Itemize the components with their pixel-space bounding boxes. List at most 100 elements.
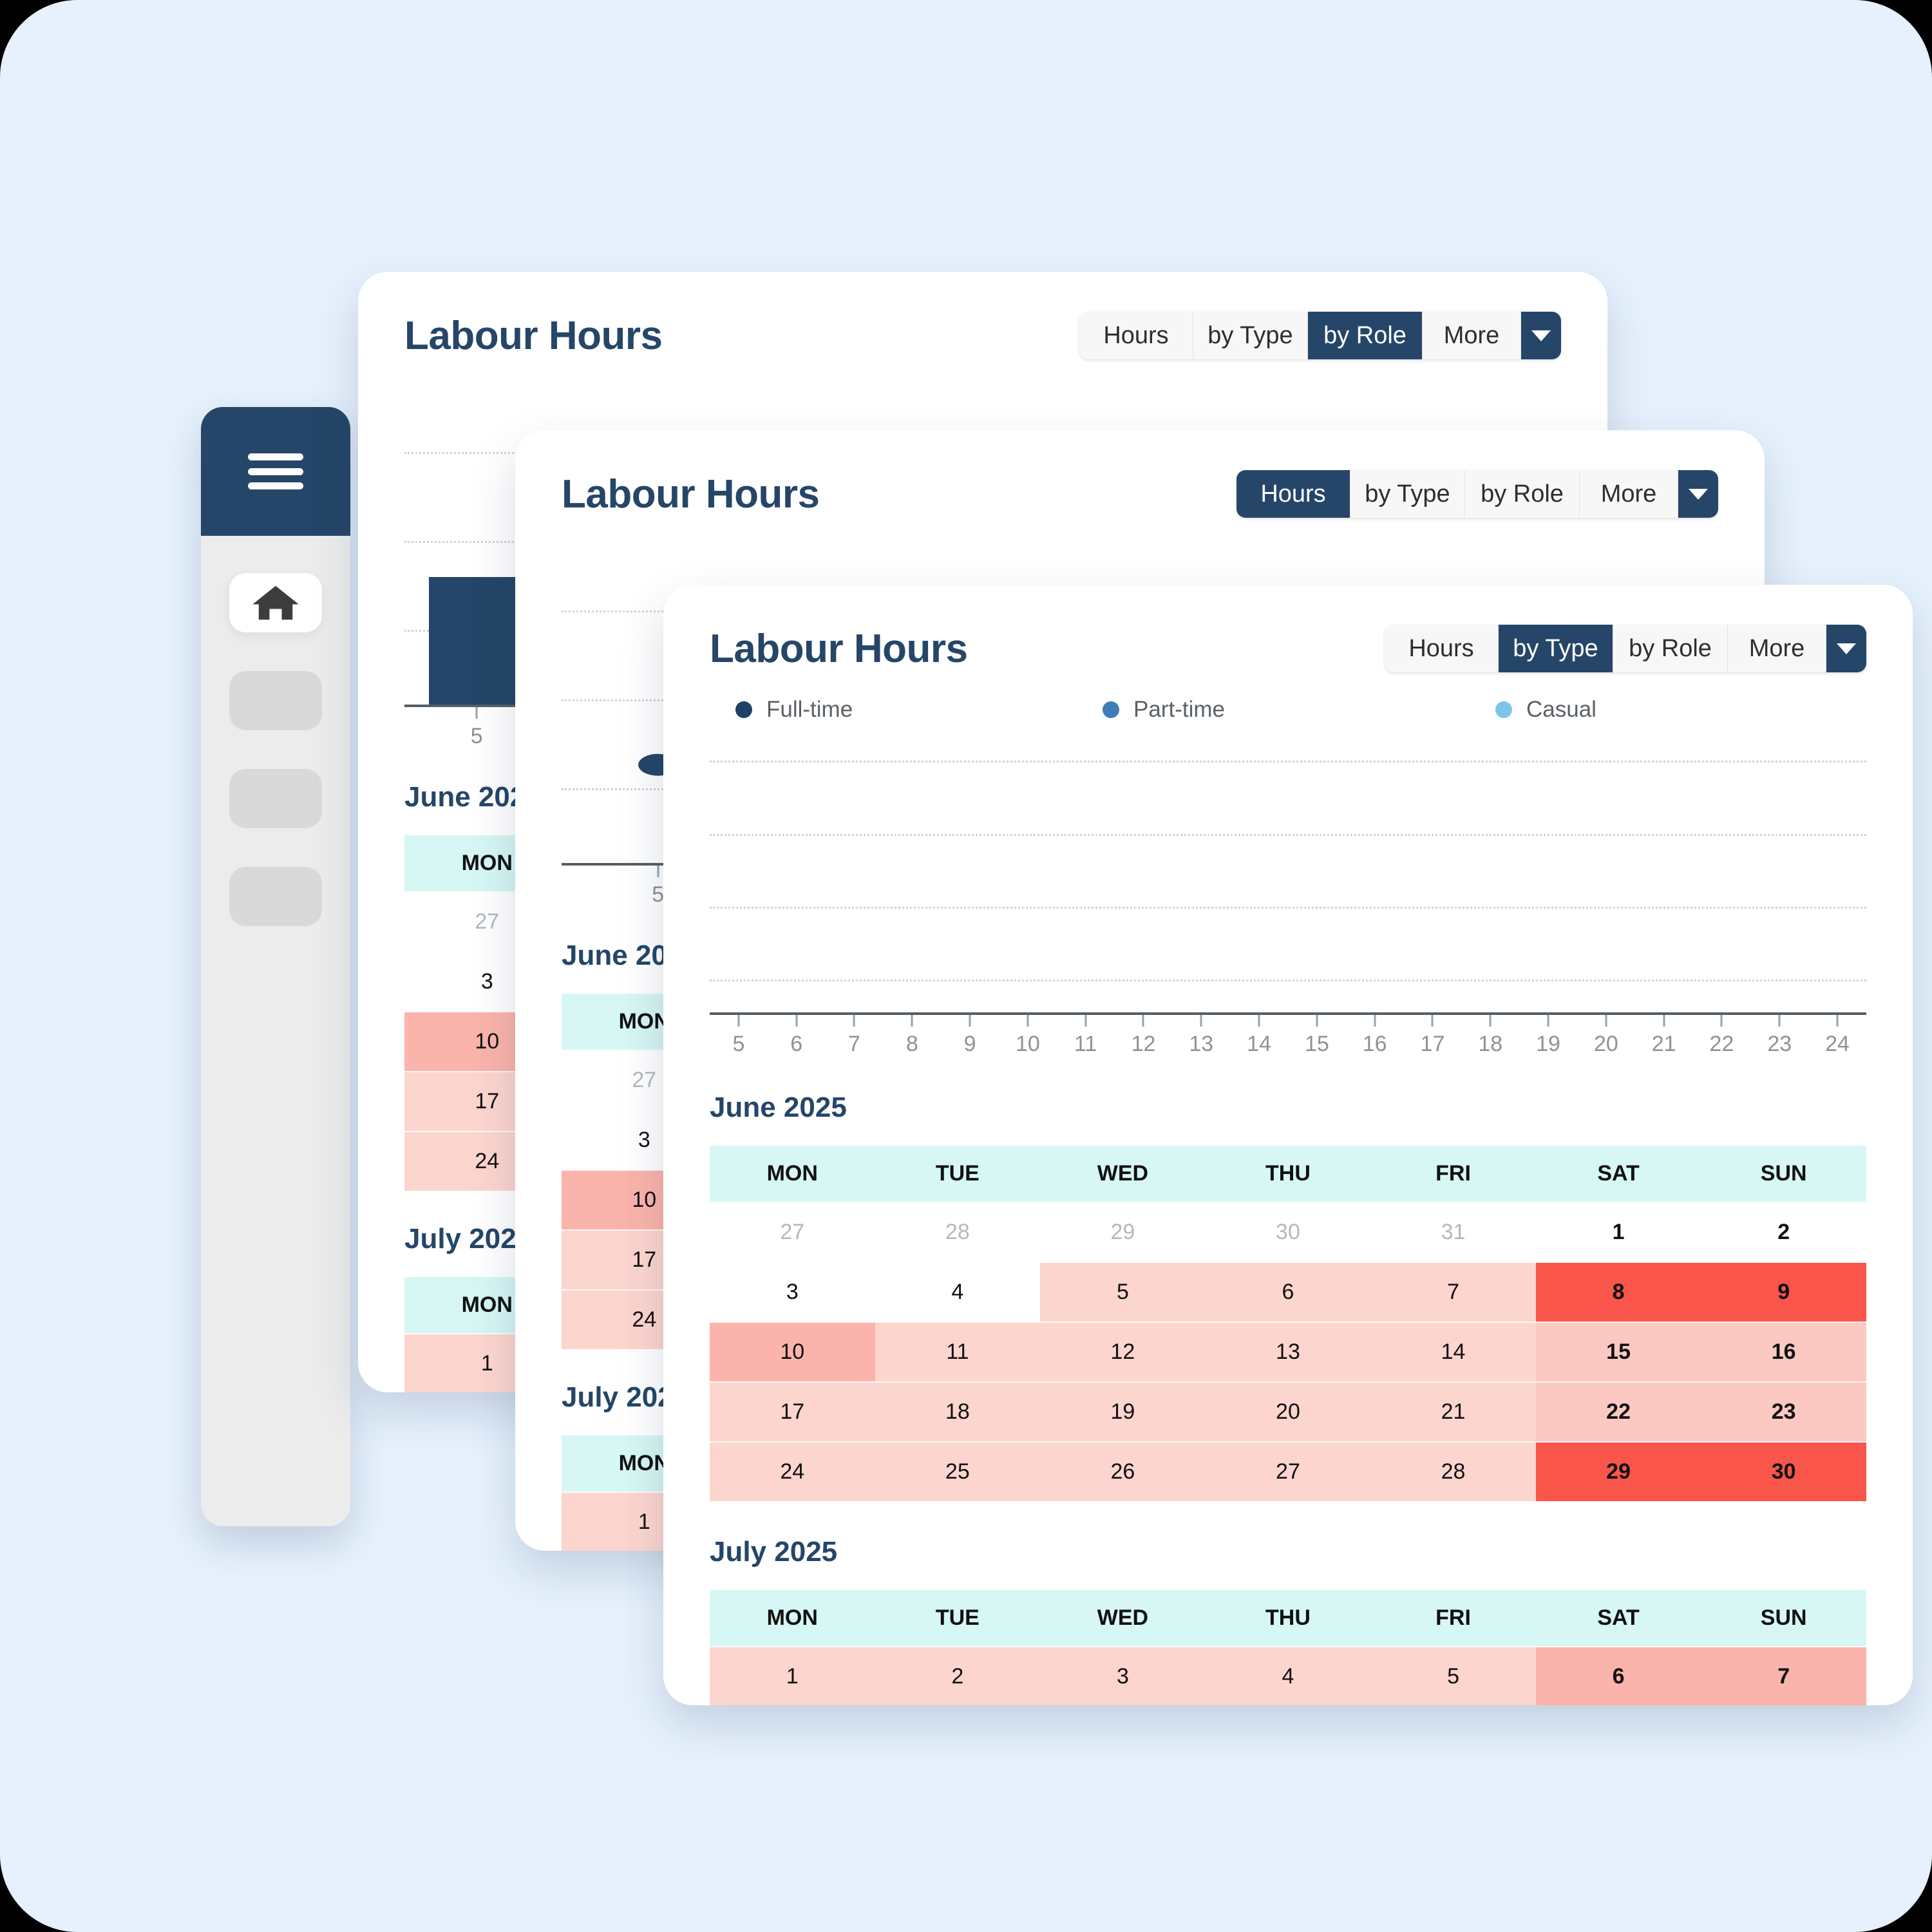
tab-more-back[interactable]: More [1423,312,1521,359]
tab-more[interactable]: More [1728,625,1826,672]
x-tick: 23 [1750,1015,1808,1057]
legend-item-part-time[interactable]: Part-time [1103,697,1495,723]
tab-hours-mid[interactable]: Hours [1236,470,1350,518]
card-by-type: Labour Hours Hours by Type by Role More … [663,585,1913,1705]
calendar-day-cell[interactable]: 29 [1535,1441,1701,1501]
calendar-day-cell[interactable]: 13 [1205,1321,1371,1382]
calendar-day-cell[interactable]: 25 [875,1441,1041,1501]
calendar-day-cell[interactable]: 5 [1040,1262,1206,1322]
legend-item-casual[interactable]: Casual [1495,697,1596,723]
calendar-day-cell[interactable]: 6 [1535,1646,1701,1705]
chevron-down-icon[interactable] [1678,470,1718,518]
chevron-down-icon[interactable] [1826,625,1866,672]
bar-column[interactable] [999,744,1057,1015]
card-header-mid: Labour Hours Hours by Type by Role More [515,430,1765,518]
tab-more-mid[interactable]: More [1580,470,1678,518]
tab-by-role[interactable]: by Role [1613,625,1728,672]
calendar-day-cell[interactable]: 3 [1040,1646,1206,1705]
bar-column[interactable] [1404,744,1462,1015]
bar-column[interactable] [1808,744,1866,1015]
hamburger-icon[interactable] [248,453,303,489]
calendar-table-july[interactable]: MONTUEWEDTHUFRISATSUN1234567891011121314… [710,1590,1866,1705]
calendar-day-header: SUN [1701,1590,1866,1647]
bar-column[interactable] [1057,744,1115,1015]
legend-item-full-time[interactable]: Full-time [735,697,1103,723]
calendar-day-cell[interactable]: 8 [1535,1262,1701,1322]
bar-column[interactable] [883,744,941,1015]
bar-column[interactable] [826,744,884,1015]
calendar-day-cell[interactable]: 23 [1701,1381,1866,1442]
tab-hours[interactable]: Hours [1385,625,1499,672]
calendar-day-cell[interactable]: 27 [710,1202,875,1262]
calendar-day-cell[interactable]: 7 [1701,1646,1866,1705]
tab-by-type-mid[interactable]: by Type [1350,470,1465,518]
calendar-day-cell[interactable]: 11 [875,1321,1041,1382]
calendar-day-cell[interactable]: 7 [1370,1262,1536,1322]
calendar-day-cell[interactable]: 26 [1040,1441,1206,1501]
calendar-day-cell[interactable]: 14 [1370,1321,1536,1382]
tab-group-back[interactable]: Hours by Type by Role More [1079,312,1561,359]
calendar-day-cell[interactable]: 18 [875,1381,1041,1442]
calendar-day-cell[interactable]: 21 [1370,1381,1536,1442]
calendar-day-cell[interactable]: 28 [875,1202,1041,1262]
calendar-day-cell[interactable]: 17 [710,1381,875,1442]
bar-column[interactable] [1288,744,1346,1015]
calendar-day-cell[interactable]: 16 [1701,1321,1866,1382]
calendar-day-cell[interactable]: 19 [1040,1381,1206,1442]
calendar-day-cell[interactable]: 27 [1205,1441,1371,1501]
tab-by-type[interactable]: by Type [1499,625,1613,672]
tab-hours-back[interactable]: Hours [1079,312,1193,359]
calendar-day-header: FRI [1370,1146,1536,1202]
chevron-down-icon[interactable] [1521,312,1561,359]
calendar-day-cell[interactable]: 4 [1205,1646,1371,1705]
bar-column[interactable] [710,744,768,1015]
tab-by-role-mid[interactable]: by Role [1465,470,1580,518]
bar-column[interactable] [941,744,999,1015]
bar-column[interactable] [1346,744,1404,1015]
calendar-day-cell[interactable]: 5 [1370,1646,1536,1705]
tab-by-type-back[interactable]: by Type [1193,312,1308,359]
calendar-day-cell[interactable]: 24 [710,1441,875,1501]
bar-column[interactable] [1115,744,1173,1015]
card-header-back: Labour Hours Hours by Type by Role More [358,272,1607,359]
bar-column[interactable] [1230,744,1288,1015]
calendar-day-header: THU [1205,1146,1371,1202]
calendar-day-cell[interactable]: 22 [1535,1381,1701,1442]
bar-column[interactable] [1172,744,1230,1015]
calendar-day-cell[interactable]: 4 [875,1262,1041,1322]
bar-column[interactable] [1519,744,1577,1015]
calendar-day-cell[interactable]: 15 [1535,1321,1701,1382]
tab-group[interactable]: Hours by Type by Role More [1385,625,1866,672]
tab-group-mid[interactable]: Hours by Type by Role More [1236,470,1718,518]
bar-column[interactable] [1577,744,1635,1015]
calendar-table-june[interactable]: MON TUE WED THU FRI SAT SUN 27 28 29 30 31 1 2 3 4 5 6 7 8 9… [710,1146,1866,1501]
calendar-day-cell[interactable]: 12 [1040,1321,1206,1382]
bar-column[interactable] [1693,744,1751,1015]
sidebar-item-home[interactable] [229,573,322,632]
calendar-day-cell[interactable]: 9 [1701,1262,1866,1322]
bar-column[interactable] [1635,744,1693,1015]
sidebar-item-3[interactable] [229,769,322,828]
calendar-day-header: TUE [875,1590,1041,1647]
calendar-day-cell[interactable]: 30 [1205,1202,1371,1262]
bar-column[interactable] [1750,744,1808,1015]
calendar-day-cell[interactable]: 1 [1535,1202,1701,1262]
sidebar-item-4[interactable] [229,867,322,926]
calendar-day-cell[interactable]: 3 [710,1262,875,1322]
calendar-day-cell[interactable]: 28 [1370,1441,1536,1501]
calendar-day-cell[interactable]: 29 [1040,1202,1206,1262]
bar-column[interactable] [768,744,826,1015]
tab-by-role-back[interactable]: by Role [1308,312,1423,359]
calendar-day-cell[interactable]: 31 [1370,1202,1536,1262]
calendar-day-cell[interactable]: 20 [1205,1381,1371,1442]
home-icon [250,583,301,623]
bar-series-stacked [710,744,1866,1015]
calendar-day-cell[interactable]: 10 [710,1321,875,1382]
calendar-day-cell[interactable]: 6 [1205,1262,1371,1322]
calendar-day-cell[interactable]: 2 [875,1646,1041,1705]
calendar-day-cell[interactable]: 2 [1701,1202,1866,1262]
calendar-day-cell[interactable]: 30 [1701,1441,1866,1501]
sidebar-item-2[interactable] [229,671,322,730]
bar-column[interactable] [1461,744,1519,1015]
calendar-day-cell[interactable]: 1 [710,1646,875,1705]
